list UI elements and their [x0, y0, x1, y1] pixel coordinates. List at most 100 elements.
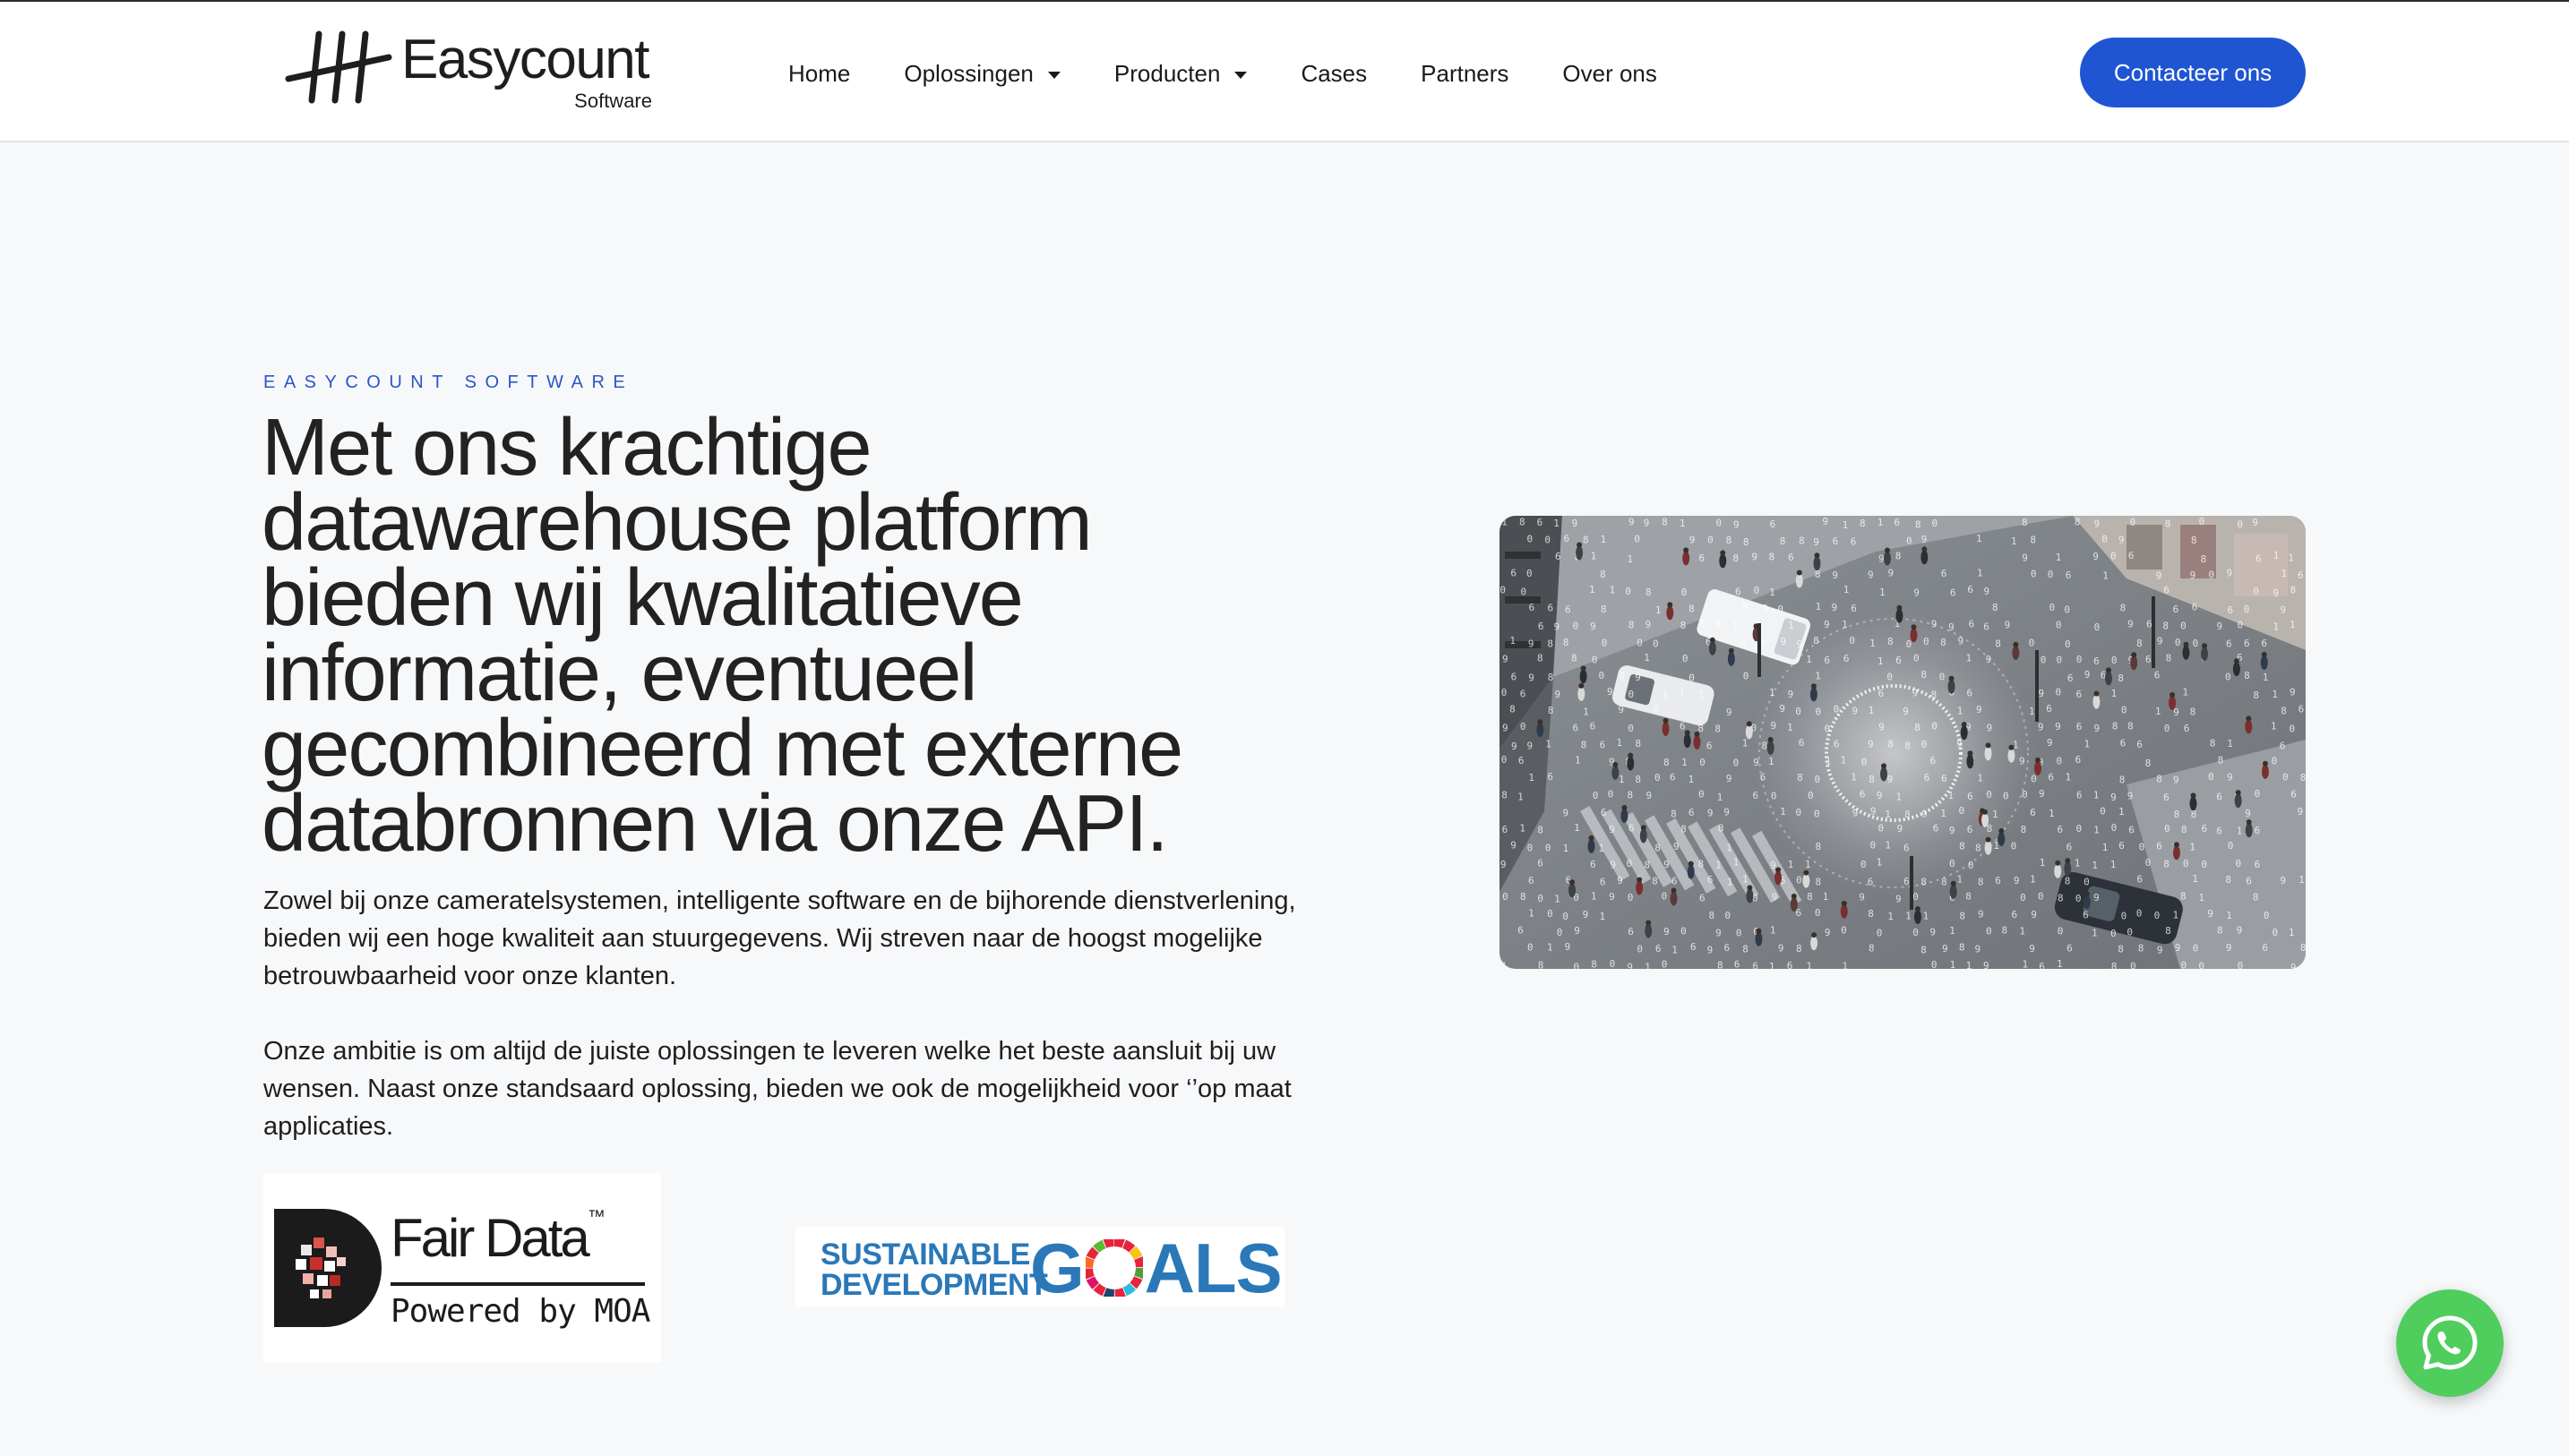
svg-text:9: 9 [1500, 859, 1507, 870]
svg-text:9: 9 [2297, 806, 2303, 818]
svg-text:1: 1 [1589, 584, 1595, 595]
svg-text:1: 1 [1583, 706, 1589, 717]
svg-text:1: 1 [2093, 789, 2100, 801]
svg-text:6: 6 [1510, 568, 1516, 579]
svg-text:6: 6 [1969, 618, 1975, 630]
svg-text:0: 0 [1699, 757, 1706, 768]
nav-item-producten[interactable]: Producten [1114, 60, 1248, 88]
brand-logo[interactable]: Easycount Software [285, 29, 652, 118]
svg-text:0: 0 [1662, 959, 1668, 969]
svg-text:1: 1 [1768, 756, 1774, 767]
hero-headline: Met ons krachtige datawarehouse platform… [262, 403, 1183, 869]
svg-text:0: 0 [1527, 843, 1534, 854]
hero-paragraph-1: Zowel bij onze cameratelsystemen, intell… [263, 886, 1296, 990]
hero-paragraph-2: Onze ambitie is om altijd de juiste oplo… [263, 1037, 1292, 1141]
svg-text:6: 6 [1895, 655, 1902, 666]
whatsapp-button[interactable] [2396, 1289, 2504, 1397]
svg-text:8: 8 [2022, 517, 2028, 528]
svg-text:8: 8 [1635, 774, 1641, 785]
svg-text:1: 1 [1905, 910, 1912, 921]
svg-text:9: 9 [2157, 635, 2163, 647]
svg-text:8: 8 [1975, 843, 1981, 854]
svg-text:0: 0 [1808, 790, 1814, 801]
svg-text:9: 9 [2110, 792, 2117, 803]
svg-text:0: 0 [1815, 707, 1821, 718]
svg-text:1: 1 [1680, 518, 1686, 529]
svg-text:8: 8 [1813, 635, 1819, 647]
contact-button[interactable]: Contacteer ons [2080, 38, 2306, 107]
svg-text:9: 9 [1921, 808, 1928, 819]
svg-text:0: 0 [1557, 927, 1563, 938]
nav-item-partners[interactable]: Partners [1421, 60, 1508, 88]
svg-text:1: 1 [1787, 722, 1793, 733]
nav-item-oplossingen[interactable]: Oplossingen [904, 60, 1061, 88]
svg-text:1: 1 [2056, 552, 2062, 563]
svg-text:0: 0 [2041, 655, 2047, 666]
svg-text:0: 0 [1814, 808, 1820, 819]
svg-text:0: 0 [1619, 671, 1625, 682]
svg-text:0: 0 [1715, 618, 1722, 630]
svg-text:1: 1 [2102, 570, 2109, 582]
svg-text:1: 1 [1956, 874, 1963, 886]
svg-text:6: 6 [1680, 720, 1686, 732]
svg-text:1: 1 [1923, 910, 1929, 921]
svg-text:9: 9 [1574, 925, 1580, 937]
svg-text:0: 0 [2111, 822, 2118, 834]
sdg-wheel-icon [1085, 1239, 1143, 1297]
svg-text:0: 0 [2228, 840, 2234, 852]
svg-text:1: 1 [2189, 841, 2195, 852]
svg-text:6: 6 [2280, 740, 2286, 751]
svg-text:0: 0 [1906, 535, 1912, 547]
svg-text:0: 0 [1949, 858, 1955, 869]
svg-text:8: 8 [1501, 790, 1508, 801]
svg-text:0: 0 [2049, 602, 2055, 613]
nav-item-home[interactable]: Home [788, 60, 850, 88]
svg-text:8: 8 [2290, 585, 2297, 596]
svg-text:1: 1 [1842, 960, 1848, 969]
svg-text:9: 9 [2280, 875, 2286, 886]
svg-text:9: 9 [1831, 602, 1837, 613]
site-header: Easycount Software Home Oplossingen Prod… [0, 0, 2569, 142]
svg-text:9: 9 [2055, 721, 2061, 732]
svg-text:6: 6 [1601, 807, 1607, 818]
svg-text:8: 8 [1726, 535, 1732, 546]
svg-text:0: 0 [2003, 791, 2009, 802]
svg-text:6: 6 [2216, 825, 2222, 836]
svg-text:0: 0 [2064, 604, 2070, 615]
svg-text:1: 1 [2288, 552, 2294, 564]
svg-text:9: 9 [1978, 908, 1984, 920]
svg-text:0: 0 [2238, 960, 2244, 969]
nav-item-over-ons[interactable]: Over ons [1562, 60, 1657, 88]
svg-text:9: 9 [1868, 569, 1874, 580]
svg-text:8: 8 [2001, 925, 2007, 937]
svg-text:9: 9 [1645, 790, 1652, 801]
svg-text:0: 0 [2011, 841, 2017, 852]
svg-text:6: 6 [2226, 638, 2232, 650]
svg-text:0: 0 [1574, 962, 1580, 969]
svg-text:8: 8 [1662, 517, 1668, 528]
svg-text:1: 1 [1869, 705, 1875, 716]
svg-text:8: 8 [1571, 653, 1577, 664]
svg-text:1: 1 [1591, 890, 1597, 902]
svg-text:8: 8 [2120, 603, 2127, 614]
svg-text:8: 8 [1718, 823, 1724, 835]
svg-text:1: 1 [2172, 909, 2178, 921]
svg-text:8: 8 [1959, 941, 1965, 953]
svg-text:9: 9 [1822, 516, 1828, 527]
svg-text:9: 9 [1707, 808, 1714, 819]
svg-text:6: 6 [2262, 942, 2268, 954]
svg-text:8: 8 [2127, 720, 2134, 732]
svg-text:8: 8 [2065, 875, 2071, 886]
svg-text:8: 8 [1628, 620, 1635, 631]
svg-text:6: 6 [2075, 754, 2082, 766]
svg-text:9: 9 [1824, 619, 1830, 630]
svg-text:6: 6 [1752, 961, 1758, 969]
svg-text:9: 9 [1895, 894, 1902, 905]
svg-text:9: 9 [1780, 636, 1786, 647]
nav-item-cases[interactable]: Cases [1301, 60, 1367, 88]
svg-text:6: 6 [2128, 825, 2135, 836]
svg-text:1: 1 [1949, 925, 1955, 937]
svg-text:1: 1 [2013, 740, 2019, 751]
svg-text:8: 8 [1895, 550, 1902, 561]
svg-text:1: 1 [1948, 790, 1955, 801]
